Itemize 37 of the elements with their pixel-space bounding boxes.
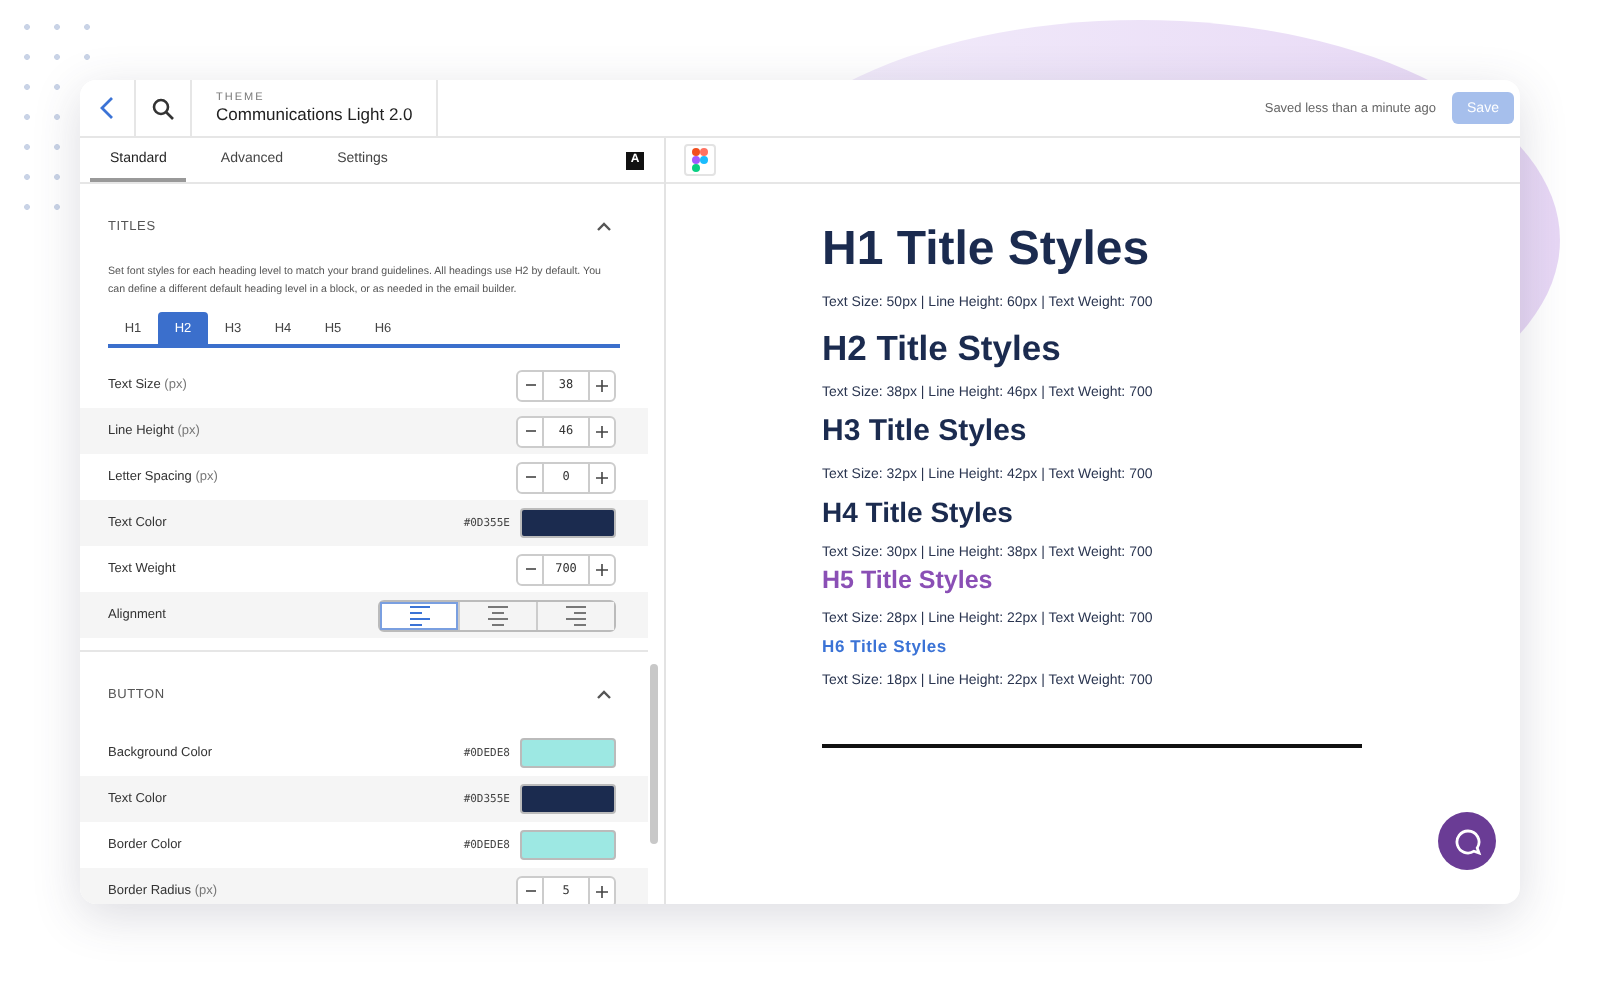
align-left-icon: [409, 605, 429, 625]
scrollbar-thumb[interactable]: [650, 664, 658, 844]
color-swatch[interactable]: [520, 784, 616, 814]
plus-icon: [596, 379, 608, 391]
color-swatch[interactable]: [520, 738, 616, 768]
minus-icon: [525, 426, 535, 436]
heading-sample: H2 Title Styles: [822, 326, 1063, 370]
plus-icon: [596, 885, 608, 897]
collapse-chevron-icon[interactable]: [596, 689, 612, 699]
chat-bubble-icon: [1453, 827, 1481, 855]
heading-sample: H6 Title Styles: [822, 634, 949, 658]
plus-icon: [596, 471, 608, 483]
minus-icon: [525, 380, 535, 390]
alignment-control[interactable]: [378, 599, 616, 631]
heading-sample: H1 Title Styles: [822, 220, 1152, 280]
chat-button[interactable]: [1438, 812, 1496, 870]
align-button[interactable]: [380, 601, 458, 629]
design-tool-button[interactable]: [684, 144, 716, 176]
back-icon: [99, 96, 115, 120]
align-center-icon: [488, 605, 508, 625]
search-icon: [152, 97, 174, 119]
theme-name: Communications Light 2.0: [216, 104, 413, 124]
minus-icon: [525, 886, 535, 896]
align-right-icon: [566, 605, 586, 625]
plus-icon: [596, 425, 608, 437]
color-swatch[interactable]: [520, 830, 616, 860]
plus-icon: [596, 563, 608, 575]
minus-icon: [525, 472, 535, 482]
align-button[interactable]: [536, 601, 614, 629]
search-button[interactable]: [136, 80, 192, 136]
heading-sample: H3 Title Styles: [822, 412, 1029, 452]
color-swatch[interactable]: [520, 508, 616, 538]
heading-sample: H4 Title Styles: [822, 494, 1015, 530]
shapes-logo-icon: [692, 148, 708, 172]
minus-icon: [525, 564, 535, 574]
collapse-chevron-icon[interactable]: [596, 221, 612, 231]
heading-sample: H5 Title Styles: [822, 564, 995, 596]
